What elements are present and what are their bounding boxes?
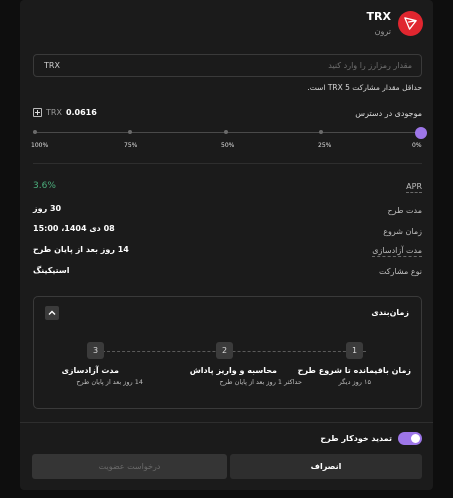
- coin-name: ترون: [374, 27, 391, 36]
- slider-thumb[interactable]: [415, 127, 427, 139]
- step-number: 3: [87, 342, 104, 359]
- step-desc: حداکثر 1 روز بعد از پایان طرح: [219, 378, 302, 386]
- slider-label: 50%: [221, 142, 235, 149]
- balance-amount: 0.0616: [65, 108, 97, 117]
- coin-symbol: TRX: [366, 10, 391, 23]
- slider-tick[interactable]: [223, 130, 228, 134]
- amount-unit: TRX: [44, 61, 60, 70]
- step-title: محاسبه و واریز پاداش: [189, 366, 277, 375]
- cancel-button[interactable]: انصراف: [230, 454, 422, 479]
- add-balance-icon[interactable]: [33, 108, 42, 117]
- slider-label: 0%: [412, 142, 422, 149]
- start-time-value: 08 دی 1404، 15:00: [33, 224, 115, 233]
- chevron-up-icon: [48, 310, 56, 315]
- duration-value: 30 روز: [33, 204, 62, 213]
- step-desc: ۱۵ روز دیگر: [338, 378, 371, 386]
- tron-logo-icon: [398, 11, 423, 36]
- balance-unit: TRX: [46, 108, 62, 117]
- timeline-title: زمان‌بندی: [371, 308, 409, 317]
- balance-label: موجودی در دسترس: [355, 109, 422, 118]
- amount-input[interactable]: مقدار رمزارز را وارد کنید TRX: [33, 54, 422, 77]
- min-amount-note: حداقل مقدار مشارکت TRX 5 است.: [307, 83, 422, 92]
- slider-tick[interactable]: [128, 130, 133, 134]
- duration-label: مدت طرح: [387, 206, 422, 215]
- slider-tick[interactable]: [33, 130, 37, 134]
- auto-renew-label: تمدید خودکار طرح: [320, 434, 392, 443]
- footer-divider: [20, 422, 433, 423]
- slider-label: 100%: [31, 142, 49, 149]
- collapse-button[interactable]: [45, 306, 59, 320]
- release-value: 14 روز بعد از پایان طرح: [33, 245, 129, 254]
- timeline-box: زمان‌بندی 1 زمان باقیمانده تا شروع طرح ۱…: [33, 296, 422, 409]
- release-label: مدت آزادسازی: [372, 246, 422, 257]
- slider-label: 25%: [318, 142, 332, 149]
- type-label: نوع مشارکت: [378, 267, 422, 276]
- step-title: زمان باقیمانده تا شروع طرح: [297, 366, 411, 375]
- step-title: مدت آزادسازی: [61, 366, 119, 375]
- start-time-label: زمان شروع: [383, 227, 422, 236]
- amount-slider[interactable]: [33, 127, 427, 139]
- step-desc: 14 روز بعد از پایان طرح: [76, 378, 143, 386]
- slider-tick[interactable]: [318, 130, 323, 134]
- apr-label: APR: [406, 182, 422, 193]
- auto-renew-toggle[interactable]: [398, 432, 422, 445]
- type-value: استیکینگ: [33, 266, 70, 275]
- divider: [33, 163, 422, 164]
- submit-button[interactable]: درخواست عضویت: [32, 454, 227, 479]
- step-number: 2: [216, 342, 233, 359]
- balance-value: TRX 0.0616: [33, 108, 97, 117]
- amount-placeholder: مقدار رمزارز را وارد کنید: [328, 61, 412, 70]
- slider-label: 75%: [124, 142, 138, 149]
- staking-panel: TRX ترون مقدار رمزارز را وارد کنید TRX ح…: [20, 0, 433, 490]
- apr-value: 3.6%: [33, 181, 56, 191]
- step-number: 1: [346, 342, 363, 359]
